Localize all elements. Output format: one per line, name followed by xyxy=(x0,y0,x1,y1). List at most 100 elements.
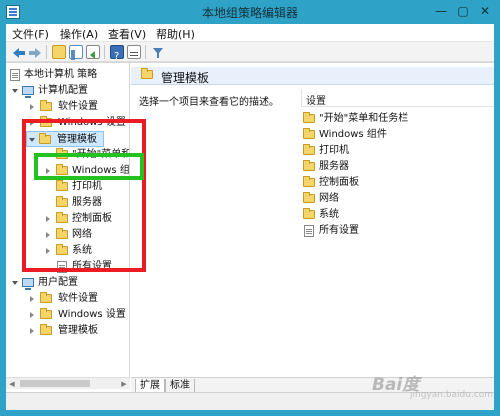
close-button[interactable]: ✕ xyxy=(474,2,496,20)
chevron-down-icon[interactable] xyxy=(12,89,18,93)
tree-item-admin-templates[interactable]: 管理模板 xyxy=(26,131,104,147)
tree-item-label: Windows 组件 xyxy=(72,165,130,176)
folder-icon xyxy=(40,292,52,303)
toolbar-separator xyxy=(145,45,146,59)
folder-icon xyxy=(40,116,52,127)
tab-extended[interactable]: 扩展 xyxy=(135,379,165,393)
menu-action[interactable]: 操作(A) xyxy=(60,26,98,42)
app-window: 本地组策略编辑器 — ▢ ✕ 文件(F) 操作(A) 查看(V) 帮助(H) ? xyxy=(0,0,500,416)
list-item-label: 服务器 xyxy=(319,161,349,172)
details-pane: 管理模板 选择一个项目来查看它的描述。 设置 "开始"菜单和任务栏 Window… xyxy=(131,63,494,377)
tree-item-label: 网络 xyxy=(72,229,92,240)
menu-bar: 文件(F) 操作(A) 查看(V) 帮助(H) xyxy=(6,24,494,42)
tree-pane: 本地计算机 策略 计算机配置 软件设置 Windows 设置 管理模板 "开始"… xyxy=(6,63,130,377)
baidu-watermark: Bai度 jingyan.baidu.com xyxy=(372,370,493,400)
folder-icon xyxy=(56,148,68,159)
scrollbar-thumb[interactable] xyxy=(20,380,90,387)
folder-icon xyxy=(303,208,315,219)
up-folder-icon[interactable] xyxy=(52,45,66,59)
tree-item-label: 管理模板 xyxy=(58,325,98,336)
chevron-right-icon[interactable] xyxy=(30,296,34,302)
list-item-label: Windows 组件 xyxy=(319,129,387,140)
chevron-right-icon[interactable] xyxy=(30,104,34,110)
folder-icon xyxy=(56,244,68,255)
minimize-button[interactable]: — xyxy=(430,2,452,20)
tree-item-label: 服务器 xyxy=(72,197,102,208)
chevron-right-icon[interactable] xyxy=(46,232,50,238)
show-tree-icon[interactable] xyxy=(69,45,83,60)
chevron-right-icon[interactable] xyxy=(30,312,34,318)
list-item-label: 控制面板 xyxy=(319,177,359,188)
tab-standard[interactable]: 标准 xyxy=(165,379,195,393)
chevron-right-icon[interactable] xyxy=(46,216,50,222)
chevron-right-icon[interactable] xyxy=(46,248,50,254)
computer-icon xyxy=(22,86,34,98)
folder-icon xyxy=(56,164,68,175)
list-item-label: "开始"菜单和任务栏 xyxy=(319,113,409,124)
user-icon xyxy=(22,278,34,290)
column-header-label: 设置 xyxy=(306,96,326,107)
folder-icon xyxy=(56,196,68,207)
scroll-left-icon[interactable]: ◀ xyxy=(8,380,16,388)
folder-icon xyxy=(40,308,52,319)
tree-item-label: 系统 xyxy=(72,245,92,256)
window-title: 本地组策略编辑器 xyxy=(201,6,298,20)
scroll-right-icon[interactable]: ▶ xyxy=(120,380,128,388)
toolbar: ? xyxy=(6,42,494,62)
column-header-setting[interactable]: 设置 xyxy=(301,89,494,107)
details-description: 选择一个项目来查看它的描述。 xyxy=(139,97,279,108)
help-icon[interactable]: ? xyxy=(110,45,124,62)
list-item-label: 所有设置 xyxy=(319,225,359,236)
maximize-button[interactable]: ▢ xyxy=(452,2,474,20)
chevron-down-icon[interactable] xyxy=(29,138,35,142)
chevron-down-icon[interactable] xyxy=(12,281,18,285)
properties-icon[interactable] xyxy=(127,45,141,59)
tree-item-label: 软件设置 xyxy=(58,293,98,304)
list-item-label: 系统 xyxy=(319,209,339,220)
list-item-label: 打印机 xyxy=(319,145,349,156)
folder-icon xyxy=(56,180,68,191)
forward-icon[interactable] xyxy=(28,45,42,59)
svg-text:?: ? xyxy=(114,51,119,61)
tree-item-label: 控制面板 xyxy=(72,213,112,224)
chevron-right-icon[interactable] xyxy=(30,120,34,126)
tree-horizontal-scrollbar[interactable]: ◀ ▶ xyxy=(6,377,130,389)
folder-icon xyxy=(303,176,315,187)
watermark-subtext: jingyan.baidu.com xyxy=(410,390,494,400)
folder-icon xyxy=(303,192,315,203)
tree-item-label: 本地计算机 策略 xyxy=(24,69,98,80)
folder-open-icon xyxy=(39,133,51,144)
chevron-right-icon[interactable] xyxy=(46,168,50,174)
tree-item-label: 管理模板 xyxy=(57,134,97,145)
settings-document-icon xyxy=(304,225,314,237)
chevron-right-icon[interactable] xyxy=(30,328,34,334)
tree-item-label: Windows 设置 xyxy=(58,117,126,128)
toolbar-separator xyxy=(104,45,105,59)
folder-icon xyxy=(56,212,68,223)
filter-icon[interactable] xyxy=(151,45,165,59)
tree-item-label: "开始"菜单和 xyxy=(72,149,130,160)
export-list-icon[interactable] xyxy=(86,45,100,59)
details-title: 管理模板 xyxy=(161,71,210,85)
folder-icon xyxy=(303,160,315,171)
folder-icon xyxy=(141,68,153,79)
folder-icon xyxy=(303,128,315,139)
folder-icon xyxy=(40,324,52,335)
tree-item-label: 软件设置 xyxy=(58,101,98,112)
tree-item-label: 用户配置 xyxy=(38,277,78,288)
menu-file[interactable]: 文件(F) xyxy=(12,26,49,42)
details-header: 管理模板 xyxy=(131,67,494,85)
tree-item-label: 打印机 xyxy=(72,181,102,192)
folder-icon xyxy=(40,100,52,111)
tree-item-label: 计算机配置 xyxy=(38,85,88,96)
menu-help[interactable]: 帮助(H) xyxy=(156,26,195,42)
title-bar: 本地组策略编辑器 — ▢ ✕ xyxy=(0,0,500,24)
settings-document-icon xyxy=(57,261,67,273)
toolbar-separator xyxy=(46,45,47,59)
back-icon[interactable] xyxy=(12,45,26,59)
folder-icon xyxy=(303,112,315,123)
client-area: 本地计算机 策略 计算机配置 软件设置 Windows 设置 管理模板 "开始"… xyxy=(6,62,494,393)
menu-view[interactable]: 查看(V) xyxy=(108,26,146,42)
tree-item-label: 所有设置 xyxy=(72,261,112,272)
policy-document-icon xyxy=(10,69,20,81)
